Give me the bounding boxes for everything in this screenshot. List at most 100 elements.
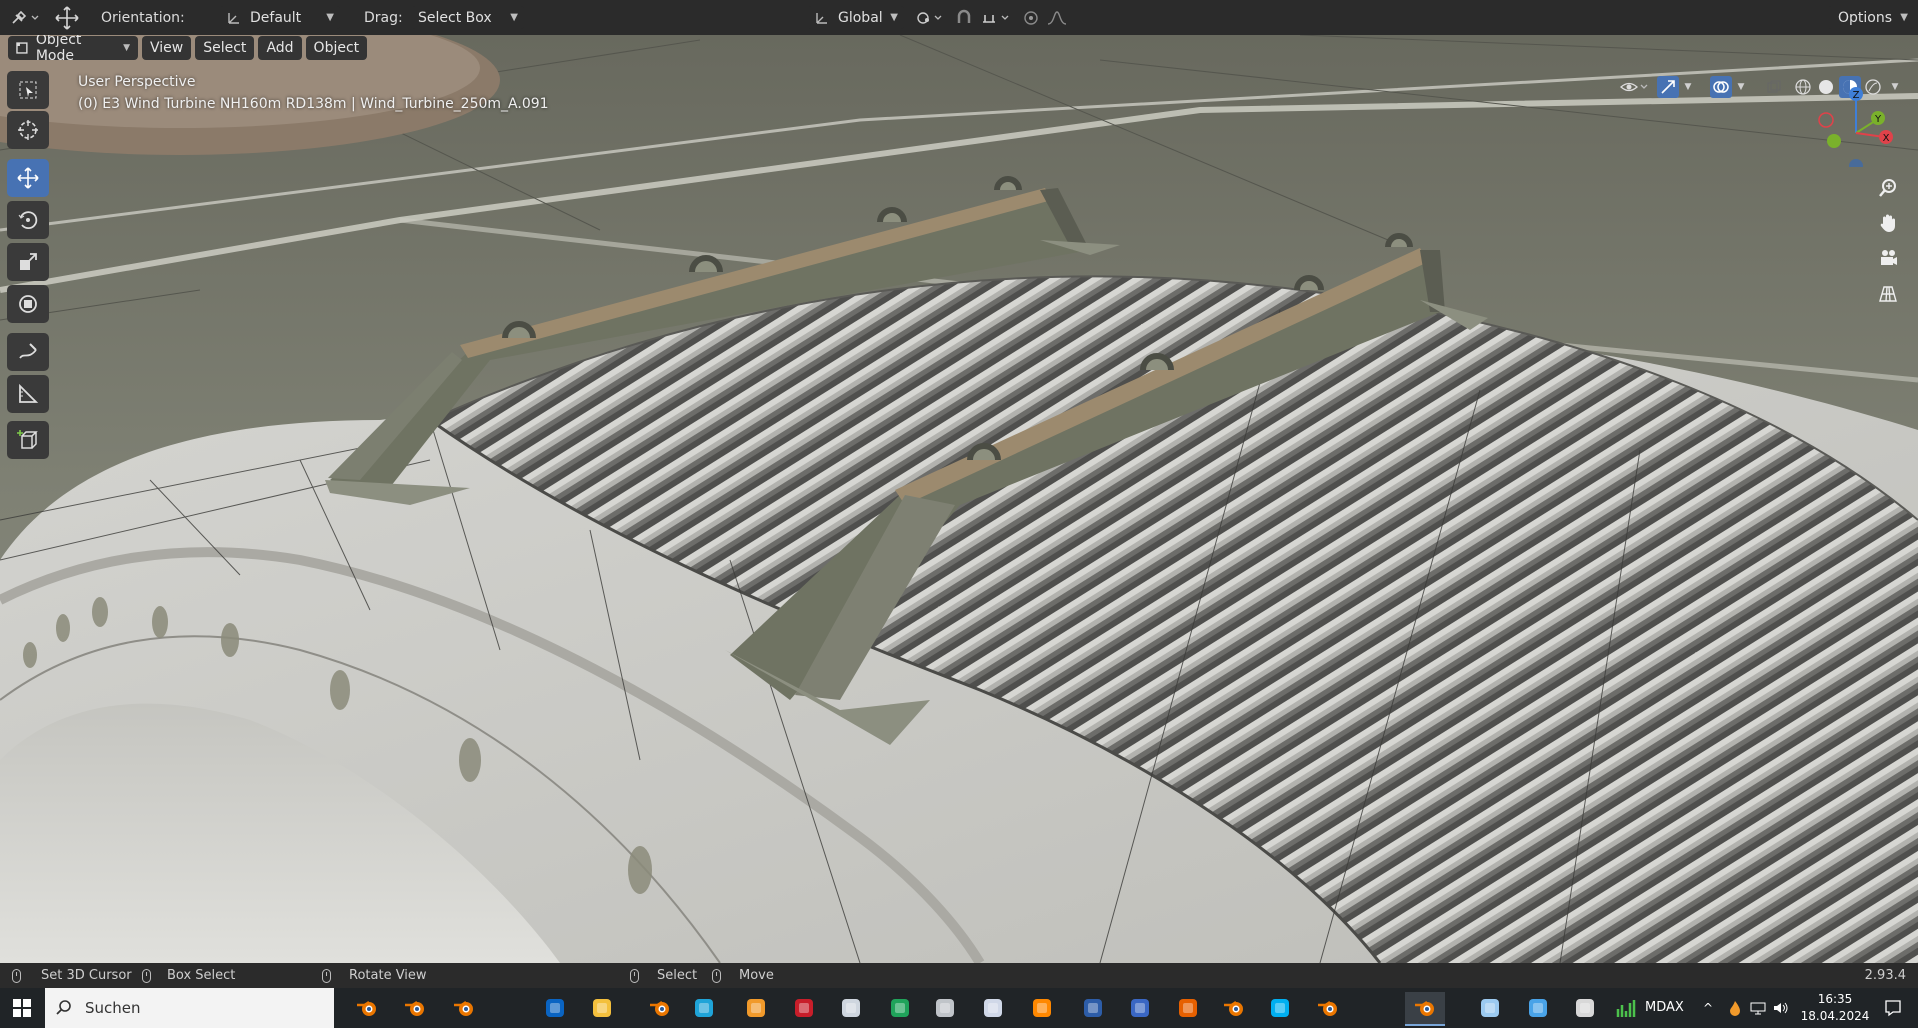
orientation-dropdown[interactable]: Default ▼ bbox=[220, 6, 340, 29]
chevron-down-icon: ▼ bbox=[510, 12, 518, 23]
pan-hand-icon[interactable] bbox=[1872, 207, 1904, 239]
version-label: 2.93.4 bbox=[1864, 968, 1906, 983]
excel-icon[interactable] bbox=[885, 994, 915, 1022]
pivot-point-icon[interactable] bbox=[912, 6, 946, 29]
object-mode-dropdown[interactable]: Object Mode ▼ bbox=[8, 35, 138, 64]
tray-overflow-icon[interactable]: ^ bbox=[1700, 994, 1716, 1022]
windows-taskbar: Suchen MDAX ^ 16:35 18.04.2024 bbox=[0, 988, 1918, 1028]
axis-z-label: Z bbox=[1853, 90, 1860, 101]
viewport-header: Object Mode ▼ View Select Add Object bbox=[8, 35, 368, 64]
wireframe-shading-icon[interactable] bbox=[1793, 76, 1813, 98]
network-icon[interactable] bbox=[1749, 994, 1767, 1022]
camera-view-icon[interactable] bbox=[1872, 242, 1904, 274]
add-cube-tool[interactable] bbox=[7, 421, 49, 459]
hint-set-cursor-label: Set 3D Cursor bbox=[41, 968, 132, 983]
global-axis-icon bbox=[816, 12, 827, 24]
blender-icon[interactable] bbox=[1219, 994, 1249, 1022]
firefox-icon[interactable] bbox=[1173, 994, 1203, 1022]
menu-object[interactable]: Object bbox=[305, 36, 368, 60]
options-dropdown[interactable]: Options ▼ bbox=[1828, 6, 1914, 29]
proportional-edit-icon[interactable] bbox=[1020, 6, 1042, 29]
axis-neg-x-handle[interactable] bbox=[1818, 112, 1834, 128]
notification-icon[interactable] bbox=[1878, 994, 1908, 1022]
mouse-middle-icon bbox=[322, 968, 331, 983]
transform-pivot-icon[interactable] bbox=[52, 4, 82, 32]
axis-neg-z-handle[interactable] bbox=[1849, 159, 1863, 167]
stock-chart-icon[interactable] bbox=[1612, 994, 1642, 1022]
windows-start-icon[interactable] bbox=[7, 994, 37, 1022]
annotate-tool[interactable] bbox=[7, 333, 49, 371]
ortho-grid-icon[interactable] bbox=[1872, 277, 1904, 309]
menu-select[interactable]: Select bbox=[195, 36, 255, 60]
app-dark-icon[interactable] bbox=[836, 994, 866, 1022]
chevron-down-icon: ▼ bbox=[326, 12, 334, 23]
measure-tool[interactable] bbox=[7, 375, 49, 413]
app-blue-icon[interactable] bbox=[1475, 994, 1505, 1022]
vlc-icon[interactable] bbox=[1027, 994, 1057, 1022]
snap-toggle-icon[interactable] bbox=[953, 6, 975, 29]
clock-date: 18.04.2024 bbox=[1800, 1009, 1870, 1023]
active-object-label: (0) E3 Wind Turbine NH160m RD138m | Wind… bbox=[78, 96, 549, 112]
orientation-label: Orientation: bbox=[101, 9, 185, 26]
menu-add[interactable]: Add bbox=[258, 36, 302, 60]
edge-icon[interactable] bbox=[689, 994, 719, 1022]
drag-dropdown[interactable]: Select Box ▼ bbox=[412, 6, 524, 29]
perspective-label: User Perspective bbox=[78, 74, 196, 90]
app-gear-icon[interactable] bbox=[930, 994, 960, 1022]
search-placeholder: Suchen bbox=[85, 999, 141, 1017]
taskbar-clock[interactable]: 16:35 18.04.2024 bbox=[1800, 991, 1870, 1025]
app-arrow-icon[interactable] bbox=[1570, 994, 1600, 1022]
chevron-down-icon: ▼ bbox=[1900, 12, 1908, 23]
hint-rotate-view: Rotate View bbox=[322, 963, 427, 988]
transform-icon bbox=[19, 295, 37, 313]
annotate-icon bbox=[19, 343, 37, 359]
overlay-toggle-icon[interactable] bbox=[1710, 76, 1732, 98]
falloff-icon[interactable] bbox=[1044, 6, 1070, 29]
visibility-dropdown[interactable] bbox=[1616, 76, 1652, 98]
chevron-down-icon: ▼ bbox=[890, 12, 898, 23]
cursor-tool[interactable] bbox=[7, 111, 49, 149]
firefox-flame-icon[interactable] bbox=[741, 994, 771, 1022]
transform-orientation-dropdown[interactable]: Global ▼ bbox=[808, 6, 904, 29]
outlook-icon[interactable] bbox=[540, 994, 570, 1022]
blender-icon[interactable] bbox=[1313, 994, 1343, 1022]
taskbar-search-field[interactable]: Suchen bbox=[45, 988, 334, 1028]
scale-tool[interactable] bbox=[7, 243, 49, 281]
hint-move: Move bbox=[712, 963, 774, 988]
transform-orientation-value: Global bbox=[838, 9, 883, 26]
zoom-icon[interactable] bbox=[1872, 172, 1904, 204]
menu-view[interactable]: View bbox=[142, 36, 192, 60]
blender-active-icon[interactable] bbox=[1405, 992, 1445, 1026]
gizmo-toggle-icon[interactable] bbox=[1657, 76, 1679, 98]
skype-icon[interactable] bbox=[1265, 994, 1295, 1022]
mouse-left-icon bbox=[12, 968, 21, 983]
app-xml-icon[interactable] bbox=[1078, 994, 1108, 1022]
editor-type-icon[interactable] bbox=[8, 6, 42, 29]
blender-icon[interactable] bbox=[449, 994, 479, 1022]
app-paint-icon[interactable] bbox=[978, 994, 1008, 1022]
file-explorer-icon[interactable] bbox=[587, 994, 617, 1022]
blender-icon[interactable] bbox=[645, 994, 675, 1022]
search-icon bbox=[56, 1000, 71, 1015]
hint-set-cursor: Set 3D Cursor bbox=[12, 963, 132, 988]
select-box-tool[interactable] bbox=[7, 71, 49, 109]
chevron-down-icon[interactable]: ▼ bbox=[1734, 76, 1748, 98]
app-save-icon[interactable] bbox=[1125, 994, 1155, 1022]
tray-flame-icon[interactable] bbox=[1727, 994, 1743, 1022]
volume-icon[interactable] bbox=[1772, 994, 1790, 1022]
blender-icon[interactable] bbox=[400, 994, 430, 1022]
navigation-gizmo[interactable]: Z Y X bbox=[1812, 77, 1896, 167]
move-tool[interactable] bbox=[7, 159, 49, 197]
drag-value: Select Box bbox=[418, 9, 492, 26]
mouse-right-icon bbox=[630, 968, 639, 983]
transform-tool[interactable] bbox=[7, 285, 49, 323]
blender-icon[interactable] bbox=[352, 994, 382, 1022]
xray-toggle-icon[interactable] bbox=[1764, 76, 1784, 98]
app-red-icon[interactable] bbox=[789, 994, 819, 1022]
axis-neg-y-handle[interactable] bbox=[1827, 134, 1841, 148]
rotate-tool[interactable] bbox=[7, 201, 49, 239]
3d-viewport[interactable]: Object Mode ▼ View Select Add Object ▼ ▼… bbox=[0, 35, 1918, 963]
chevron-down-icon[interactable]: ▼ bbox=[1681, 76, 1695, 98]
snap-target-icon[interactable] bbox=[978, 6, 1014, 29]
app-window-icon[interactable] bbox=[1523, 994, 1553, 1022]
